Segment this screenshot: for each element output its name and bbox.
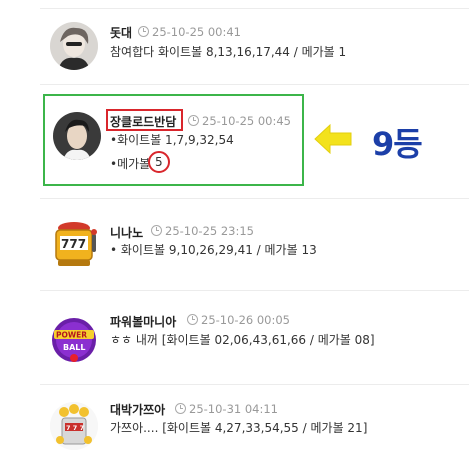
rank-label: 9등 <box>372 125 423 163</box>
arrow-left-icon <box>314 123 352 155</box>
comment-text: 참여합다 화이트볼 8,13,16,17,44 / 메가볼 1 <box>110 45 347 59</box>
comment-author[interactable]: 대박가쯔아 <box>110 401 165 418</box>
clock-icon <box>175 403 186 414</box>
avatar[interactable] <box>50 22 98 70</box>
svg-text:777: 777 <box>61 237 86 251</box>
comment-time: 25-10-26 00:05 <box>187 313 290 327</box>
clock-icon <box>138 26 149 37</box>
separator <box>40 290 469 291</box>
separator <box>40 384 469 385</box>
comment-text: • 화이트볼 9,10,26,29,41 / 메가볼 13 <box>110 243 317 257</box>
svg-text:POWER: POWER <box>56 331 87 340</box>
svg-text:7 7 7: 7 7 7 <box>66 424 84 432</box>
comment-text: ㅎㅎ 내꺼 [화이트볼 02,06,43,61,66 / 메가볼 08] <box>110 333 375 347</box>
separator <box>40 8 469 9</box>
megaball-circle <box>148 151 170 173</box>
name-highlight <box>106 109 183 131</box>
separator <box>40 84 469 85</box>
svg-text:BALL: BALL <box>63 343 85 352</box>
comment-time: 25-10-25 23:15 <box>151 224 254 238</box>
comment-author[interactable]: 니나노 <box>110 224 143 241</box>
comment-text: 가쯔아.... [화이트볼 4,27,33,54,55 / 메가볼 21] <box>110 421 368 435</box>
clock-icon <box>151 225 162 236</box>
powerball-logo[interactable]: POWER BALL <box>50 316 98 364</box>
comment-time: 25-10-31 04:11 <box>175 402 278 416</box>
clock-icon <box>187 314 198 325</box>
comment-author[interactable]: 파워볼마니아 <box>110 313 176 330</box>
jackpot-machine-icon[interactable]: 7 7 7 <box>50 402 98 450</box>
comment-author[interactable]: 돗대 <box>110 24 132 41</box>
comment-time: 25-10-25 00:41 <box>138 25 241 39</box>
separator <box>40 198 469 199</box>
highlight-box <box>43 94 304 186</box>
slot-777-icon[interactable]: 777 <box>50 220 98 268</box>
